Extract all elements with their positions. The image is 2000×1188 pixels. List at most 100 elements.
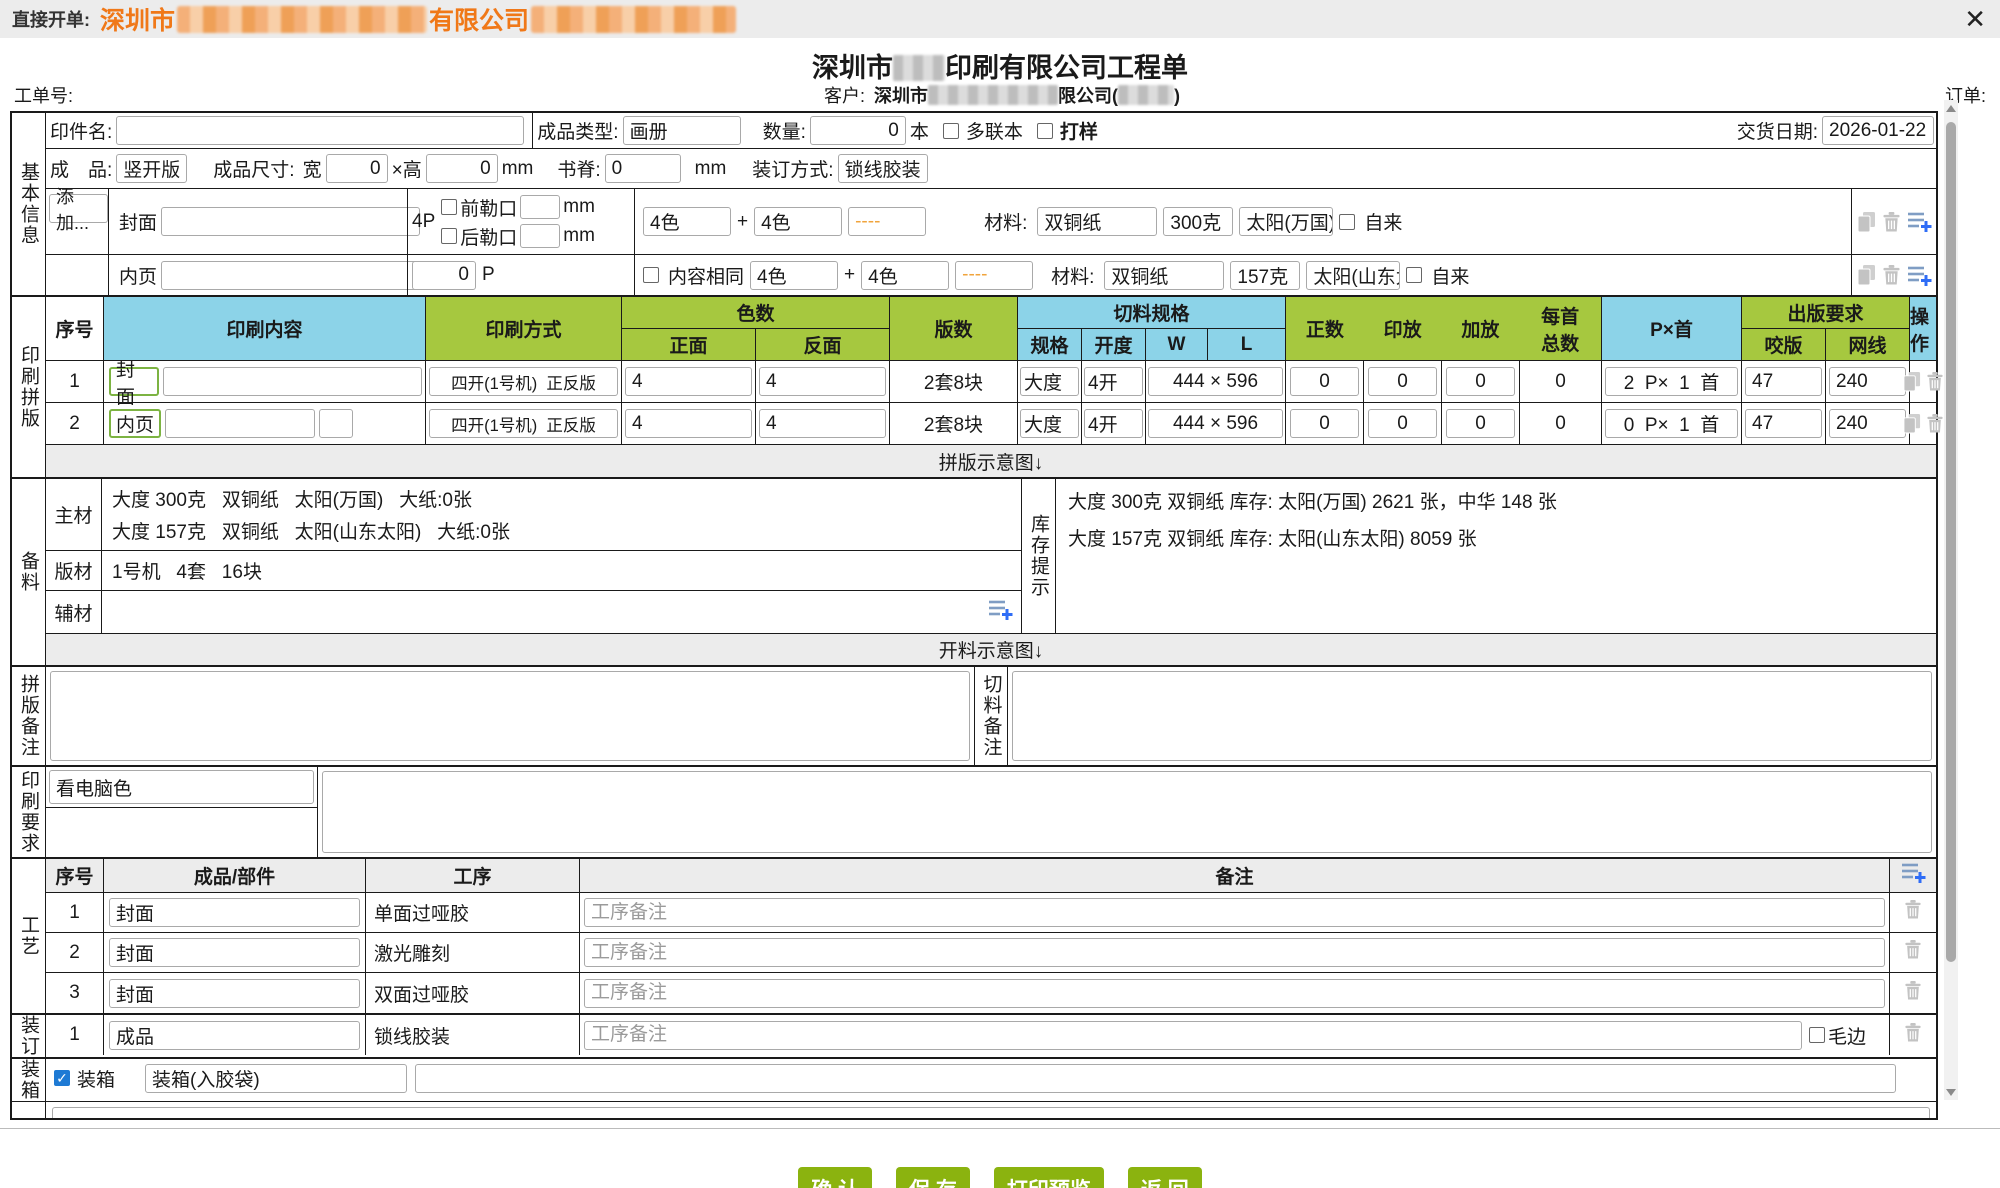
- add-row-icon[interactable]: [1901, 862, 1926, 889]
- spec-select[interactable]: 大度: [1020, 367, 1079, 396]
- add-row-icon[interactable]: [1907, 211, 1932, 232]
- back-flap-input[interactable]: [520, 224, 560, 248]
- front-colors-input[interactable]: [625, 367, 752, 396]
- print-req-textarea[interactable]: [322, 771, 1932, 853]
- inner-special-color[interactable]: ----: [955, 261, 1033, 290]
- proc-note-input[interactable]: [584, 979, 1885, 1008]
- imposition-diagram-toggle[interactable]: 拼版示意图↓: [46, 445, 1936, 477]
- cover-special-color[interactable]: ----: [848, 207, 926, 236]
- imposition-note-textarea[interactable]: [50, 671, 970, 761]
- inner-brand-select[interactable]: 太阳(山东太: [1306, 261, 1400, 290]
- open-select[interactable]: 4开: [1084, 409, 1143, 438]
- spine-input[interactable]: [605, 154, 681, 183]
- delete-icon[interactable]: [1926, 413, 1944, 434]
- multi-copy-checkbox[interactable]: [943, 123, 959, 139]
- print-method-select[interactable]: 四开(1号机) 正反版: [429, 367, 618, 396]
- proc-part-select[interactable]: 封面: [109, 938, 360, 967]
- print-name-input[interactable]: [116, 116, 524, 145]
- width-input[interactable]: [326, 154, 388, 183]
- binding-proc-name[interactable]: 锁线胶装: [366, 1015, 580, 1055]
- packing-checkbox[interactable]: ✓: [54, 1070, 70, 1086]
- add-part-button[interactable]: 添加...: [49, 194, 108, 223]
- print-method-select[interactable]: 四开(1号机) 正反版: [429, 409, 618, 438]
- delete-icon[interactable]: [1904, 1022, 1922, 1049]
- back-button[interactable]: 返 回: [1128, 1167, 1202, 1188]
- cutting-note-textarea[interactable]: [1012, 671, 1932, 761]
- copy-icon[interactable]: [1903, 371, 1921, 392]
- back-colors-input[interactable]: [759, 409, 886, 438]
- product-type-input[interactable]: [623, 116, 741, 145]
- front-colors-input[interactable]: [625, 409, 752, 438]
- inner-self-supplied-checkbox[interactable]: [1406, 267, 1422, 283]
- add-row-icon[interactable]: [1907, 265, 1932, 286]
- save-button[interactable]: 保 存: [896, 1167, 970, 1188]
- proc-name[interactable]: 激光雕刻: [366, 933, 580, 972]
- content-input[interactable]: [163, 367, 422, 396]
- delete-icon[interactable]: [1926, 371, 1944, 392]
- content-input[interactable]: [165, 409, 315, 438]
- back-colors-input[interactable]: [759, 367, 886, 396]
- bite-input[interactable]: [1745, 367, 1822, 396]
- delete-icon[interactable]: [1882, 211, 1901, 233]
- cover-brand-select[interactable]: 太阳(万国): [1239, 207, 1333, 236]
- actual-input[interactable]: [1290, 367, 1359, 396]
- packing-type-select[interactable]: 装箱(入胶袋): [145, 1064, 407, 1093]
- screen-input[interactable]: [1829, 409, 1906, 438]
- scroll-up-arrow[interactable]: [1944, 100, 1958, 116]
- delete-icon[interactable]: [1904, 939, 1922, 966]
- scrollbar-thumb[interactable]: [1946, 122, 1956, 962]
- cover-self-supplied-checkbox[interactable]: [1339, 214, 1355, 230]
- cover-material-select[interactable]: 双铜纸: [1037, 207, 1157, 236]
- print-preview-button[interactable]: 打印预览: [994, 1167, 1104, 1188]
- proc-name[interactable]: 双面过哑胶: [366, 973, 580, 1013]
- delete-icon[interactable]: [1904, 980, 1922, 1007]
- bite-input[interactable]: [1745, 409, 1822, 438]
- partial-input[interactable]: [52, 1107, 1930, 1118]
- back-flap-checkbox[interactable]: [441, 228, 457, 244]
- binding-method-select[interactable]: 锁线胶装: [838, 154, 928, 183]
- px-shou-input[interactable]: 2 P× 1 首: [1605, 367, 1738, 396]
- copy-icon[interactable]: [1903, 413, 1921, 434]
- copy-icon[interactable]: [1857, 211, 1876, 233]
- rough-edge-checkbox[interactable]: [1809, 1027, 1825, 1043]
- open-select[interactable]: 4开: [1084, 367, 1143, 396]
- print-allow-input[interactable]: [1368, 367, 1437, 396]
- proc-note-input[interactable]: [584, 898, 1885, 927]
- wl-input[interactable]: 444 × 596: [1148, 409, 1283, 438]
- proof-checkbox[interactable]: [1037, 123, 1053, 139]
- extra-allow-input[interactable]: [1446, 367, 1515, 396]
- cutting-diagram-toggle[interactable]: 开料示意图↓: [46, 633, 1936, 665]
- cover-back-color-select[interactable]: 4色: [754, 207, 842, 236]
- inner-pages-input[interactable]: [412, 261, 476, 290]
- inner-back-color-select[interactable]: 4色: [861, 261, 949, 290]
- cover-front-color-select[interactable]: 4色: [643, 207, 731, 236]
- confirm-button[interactable]: 确 认: [798, 1167, 872, 1188]
- front-flap-input[interactable]: [520, 195, 560, 219]
- same-content-checkbox[interactable]: [643, 267, 659, 283]
- packing-note-input[interactable]: [415, 1064, 1896, 1093]
- content-tag[interactable]: 内页: [109, 409, 161, 438]
- inner-name-input[interactable]: [161, 261, 420, 290]
- binding-note-input[interactable]: [584, 1021, 1802, 1050]
- copy-icon[interactable]: [1857, 264, 1876, 286]
- close-icon[interactable]: ✕: [1964, 4, 1986, 34]
- scrollbar[interactable]: [1944, 100, 1958, 1100]
- binding-part-select[interactable]: 成品: [109, 1021, 360, 1050]
- cover-name-input[interactable]: [161, 207, 420, 236]
- px-shou-input[interactable]: 0 P× 1 首: [1605, 409, 1738, 438]
- delete-icon[interactable]: [1882, 264, 1901, 286]
- inner-front-color-select[interactable]: 4色: [750, 261, 838, 290]
- extra-allow-input[interactable]: [1446, 409, 1515, 438]
- add-row-icon[interactable]: [988, 599, 1013, 626]
- proc-note-input[interactable]: [584, 938, 1885, 967]
- front-flap-checkbox[interactable]: [441, 199, 457, 215]
- print-req-select[interactable]: 看电脑色: [49, 770, 314, 804]
- proc-part-select[interactable]: 封面: [109, 898, 360, 927]
- print-allow-input[interactable]: [1368, 409, 1437, 438]
- delete-icon[interactable]: [1904, 899, 1922, 926]
- actual-input[interactable]: [1290, 409, 1359, 438]
- content-extra-input[interactable]: [319, 409, 353, 438]
- height-input[interactable]: [426, 154, 498, 183]
- proc-name[interactable]: 单面过哑胶: [366, 893, 580, 932]
- cover-weight-select[interactable]: 300克: [1163, 207, 1233, 236]
